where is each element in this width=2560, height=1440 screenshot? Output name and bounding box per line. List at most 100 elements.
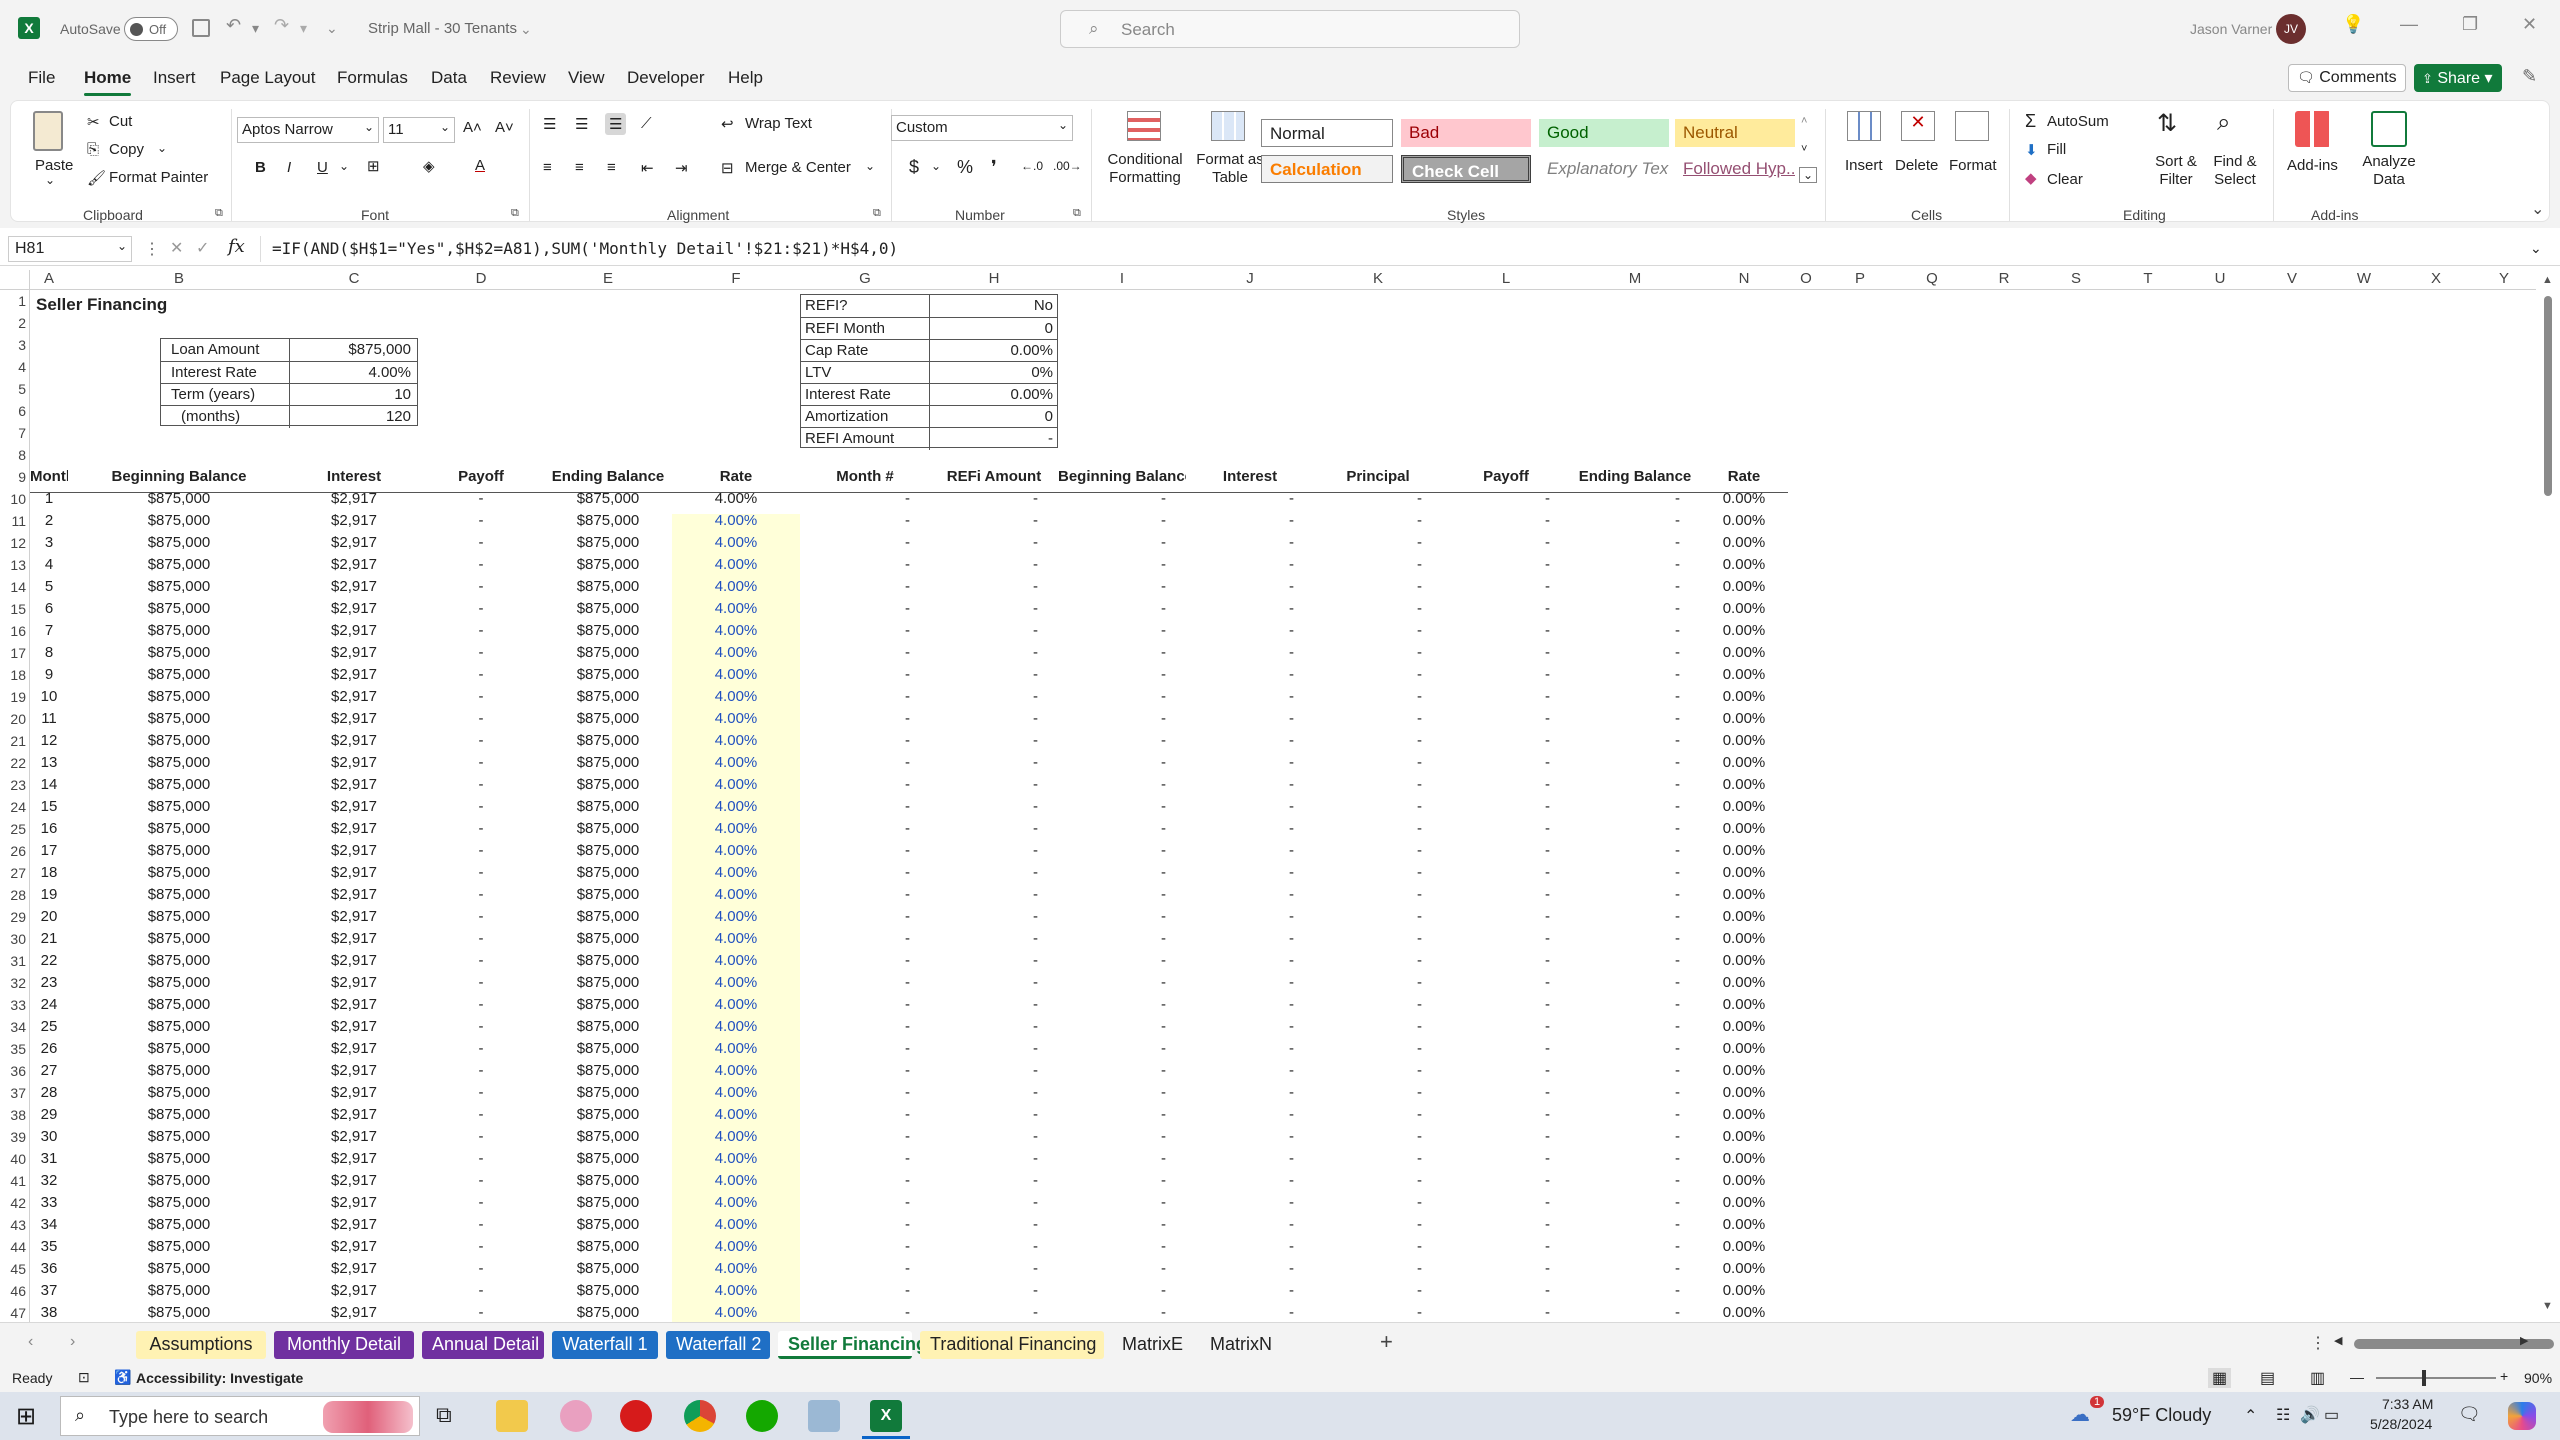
data-cell[interactable]: - bbox=[800, 1192, 930, 1214]
currency-icon[interactable]: $ bbox=[909, 157, 919, 178]
row-header[interactable]: 12 bbox=[0, 535, 30, 551]
data-cell[interactable]: $875,000 bbox=[68, 1126, 290, 1148]
data-cell[interactable]: 33 bbox=[30, 1192, 68, 1214]
data-cell[interactable]: - bbox=[1186, 950, 1314, 972]
data-cell[interactable]: 4.00% bbox=[672, 686, 800, 708]
data-cell[interactable]: $2,917 bbox=[290, 906, 418, 928]
zoom-out-icon[interactable]: — bbox=[2350, 1369, 2364, 1385]
row-header[interactable]: 39 bbox=[0, 1129, 30, 1145]
decrease-font-icon[interactable]: A˅ bbox=[495, 119, 514, 136]
data-cell[interactable]: - bbox=[418, 1258, 544, 1280]
data-cell[interactable]: 4.00% bbox=[672, 1280, 800, 1302]
column-header-I[interactable]: I bbox=[1058, 270, 1186, 288]
font-color-icon[interactable]: A bbox=[475, 157, 485, 174]
data-cell[interactable]: - bbox=[800, 994, 930, 1016]
data-cell[interactable]: $2,917 bbox=[290, 862, 418, 884]
windows-start-icon[interactable]: ⊞ bbox=[16, 1402, 36, 1431]
data-cell[interactable]: - bbox=[418, 576, 544, 598]
data-cell[interactable]: - bbox=[1570, 576, 1700, 598]
data-cell[interactable]: 0.00% bbox=[1700, 488, 1788, 510]
data-cell[interactable]: - bbox=[418, 906, 544, 928]
data-cell[interactable]: 8 bbox=[30, 642, 68, 664]
data-cell[interactable]: $875,000 bbox=[544, 488, 672, 510]
data-cell[interactable]: 0.00% bbox=[1700, 928, 1788, 950]
data-cell[interactable]: - bbox=[1442, 1170, 1570, 1192]
data-cell[interactable]: 0.00% bbox=[1700, 1302, 1788, 1322]
data-cell[interactable]: 0.00% bbox=[1700, 950, 1788, 972]
close-icon[interactable]: ✕ bbox=[2522, 14, 2537, 35]
style-check-cell[interactable]: Check Cell bbox=[1401, 155, 1531, 183]
data-cell[interactable]: - bbox=[1570, 972, 1700, 994]
data-cell[interactable]: - bbox=[418, 752, 544, 774]
data-cell[interactable]: - bbox=[1442, 1280, 1570, 1302]
data-cell[interactable]: $2,917 bbox=[290, 774, 418, 796]
data-cell[interactable]: - bbox=[1058, 1214, 1186, 1236]
data-cell[interactable]: - bbox=[1186, 796, 1314, 818]
data-cell[interactable]: 4.00% bbox=[672, 1038, 800, 1060]
menu-page-layout[interactable]: Page Layout bbox=[220, 68, 315, 88]
column-header-label[interactable]: Month # bbox=[800, 466, 930, 488]
row-header[interactable]: 15 bbox=[0, 601, 30, 617]
data-cell[interactable]: - bbox=[1570, 1082, 1700, 1104]
data-cell[interactable]: $875,000 bbox=[68, 1258, 290, 1280]
autosave-toggle[interactable]: Off bbox=[124, 17, 178, 41]
data-cell[interactable]: - bbox=[1570, 1148, 1700, 1170]
data-cell[interactable]: 4.00% bbox=[672, 1126, 800, 1148]
data-cell[interactable]: - bbox=[418, 1192, 544, 1214]
data-cell[interactable]: - bbox=[418, 1060, 544, 1082]
data-cell[interactable]: - bbox=[800, 950, 930, 972]
data-cell[interactable]: $875,000 bbox=[68, 1060, 290, 1082]
loan-label[interactable]: (months) bbox=[171, 406, 291, 428]
data-cell[interactable]: - bbox=[1186, 1038, 1314, 1060]
data-cell[interactable]: $2,917 bbox=[290, 730, 418, 752]
data-cell[interactable]: - bbox=[418, 730, 544, 752]
styles-scroll-down-icon[interactable]: ˅ bbox=[1801, 143, 1807, 155]
row-header[interactable]: 10 bbox=[0, 491, 30, 507]
data-cell[interactable]: - bbox=[930, 576, 1058, 598]
data-cell[interactable]: $875,000 bbox=[68, 840, 290, 862]
data-cell[interactable]: - bbox=[1570, 598, 1700, 620]
data-cell[interactable]: - bbox=[1442, 1236, 1570, 1258]
row-header[interactable]: 33 bbox=[0, 997, 30, 1013]
style-followed-hyperlink[interactable]: Followed Hyp... bbox=[1675, 155, 1795, 183]
clock-date[interactable]: 5/28/2024 bbox=[2370, 1416, 2432, 1432]
data-cell[interactable]: $2,917 bbox=[290, 1192, 418, 1214]
number-format-select[interactable]: Custom ⌄ bbox=[891, 115, 1073, 141]
data-cell[interactable]: $875,000 bbox=[544, 774, 672, 796]
data-cell[interactable]: - bbox=[1186, 1126, 1314, 1148]
data-cell[interactable]: - bbox=[1442, 1258, 1570, 1280]
row-header[interactable]: 37 bbox=[0, 1085, 30, 1101]
data-cell[interactable]: - bbox=[1314, 1016, 1442, 1038]
data-cell[interactable]: $875,000 bbox=[68, 1214, 290, 1236]
data-cell[interactable]: - bbox=[418, 1104, 544, 1126]
refi-value[interactable]: 0 bbox=[931, 318, 1053, 340]
sheet-tab[interactable]: Assumptions bbox=[136, 1331, 266, 1359]
refi-value[interactable]: 0% bbox=[931, 362, 1053, 384]
menu-view[interactable]: View bbox=[568, 68, 605, 88]
data-cell[interactable]: 4.00% bbox=[672, 862, 800, 884]
data-cell[interactable]: 4.00% bbox=[672, 532, 800, 554]
sheet-tab[interactable]: Waterfall 1 bbox=[552, 1331, 658, 1359]
file-explorer-icon[interactable] bbox=[496, 1400, 528, 1432]
data-cell[interactable]: $875,000 bbox=[544, 972, 672, 994]
zoom-level[interactable]: 90% bbox=[2524, 1370, 2552, 1386]
data-cell[interactable]: - bbox=[1442, 1126, 1570, 1148]
data-cell[interactable]: - bbox=[1314, 554, 1442, 576]
data-cell[interactable]: - bbox=[1570, 818, 1700, 840]
column-header-B[interactable]: B bbox=[68, 270, 290, 288]
data-cell[interactable]: $2,917 bbox=[290, 1126, 418, 1148]
data-cell[interactable]: - bbox=[1058, 510, 1186, 532]
data-cell[interactable]: 4.00% bbox=[672, 620, 800, 642]
data-cell[interactable]: - bbox=[1442, 950, 1570, 972]
data-cell[interactable]: - bbox=[418, 708, 544, 730]
row-header[interactable]: 46 bbox=[0, 1283, 30, 1299]
data-cell[interactable]: - bbox=[1314, 994, 1442, 1016]
data-cell[interactable]: $875,000 bbox=[544, 1170, 672, 1192]
comments-button[interactable]: 🗨 Comments bbox=[2288, 64, 2406, 92]
data-cell[interactable]: - bbox=[1314, 840, 1442, 862]
data-cell[interactable]: - bbox=[800, 818, 930, 840]
data-cell[interactable]: - bbox=[1058, 1060, 1186, 1082]
data-cell[interactable]: - bbox=[800, 730, 930, 752]
row-header[interactable]: 20 bbox=[0, 711, 30, 727]
decrease-indent-icon[interactable]: ⇤ bbox=[641, 159, 654, 177]
